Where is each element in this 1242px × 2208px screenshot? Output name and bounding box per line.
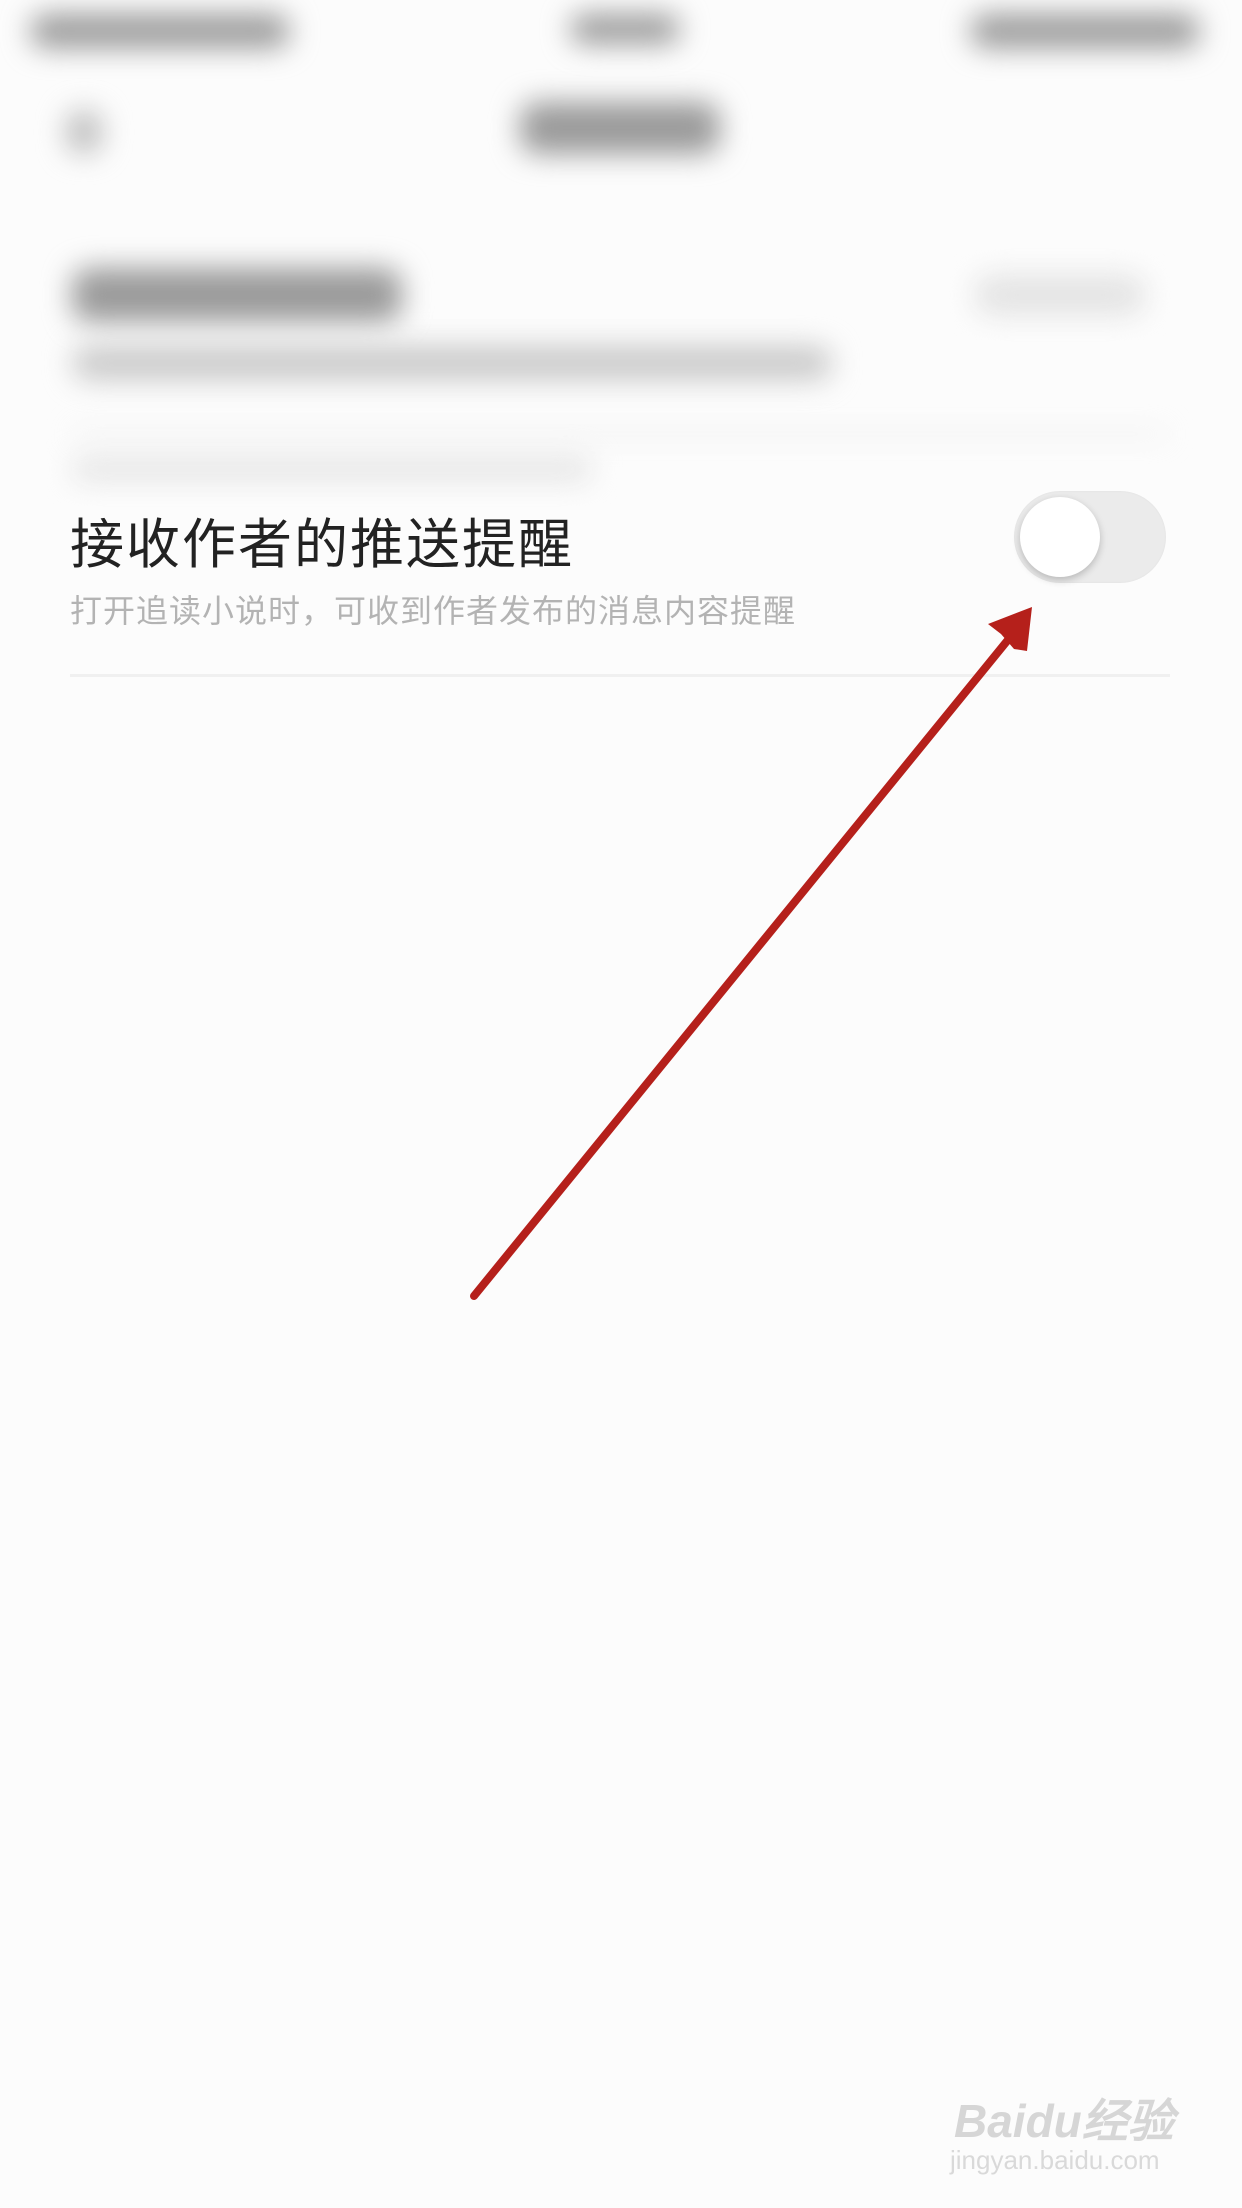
setting-row-1-divider: [72, 432, 1168, 436]
page-title-blurred: [520, 102, 720, 154]
screen: 接收作者的推送提醒 打开追读小说时，可收到作者发布的消息内容提醒 Baidu经验…: [0, 0, 1242, 2208]
author-push-toggle[interactable]: [1014, 491, 1166, 583]
baidu-jingyan-watermark: Baidu经验 jingyan.baidu.com: [950, 2085, 1200, 2185]
setting-row-1-title-blurred: [72, 268, 402, 322]
setting-title: 接收作者的推送提醒: [70, 513, 574, 576]
status-bar-right-blurred: [970, 14, 1200, 48]
annotation-arrow: [470, 607, 1032, 1300]
toggle-knob[interactable]: [1020, 497, 1100, 577]
back-icon[interactable]: [66, 110, 102, 154]
status-bar-center-blurred: [570, 14, 680, 44]
watermark-url: jingyan.baidu.com: [950, 2145, 1160, 2175]
setting-row-author-push: 接收作者的推送提醒 打开追读小说时，可收到作者发布的消息内容提醒: [0, 470, 1242, 680]
setting-row-1-description-blurred: [72, 346, 832, 380]
row-divider: [70, 674, 1170, 677]
status-bar-left-blurred: [30, 14, 290, 48]
setting-description: 打开追读小说时，可收到作者发布的消息内容提醒: [70, 592, 797, 630]
setting-row-1-control-blurred[interactable]: [975, 275, 1145, 315]
annotation-arrow-shaft: [470, 626, 1020, 1300]
watermark-brand: Baidu经验: [954, 2095, 1174, 2147]
